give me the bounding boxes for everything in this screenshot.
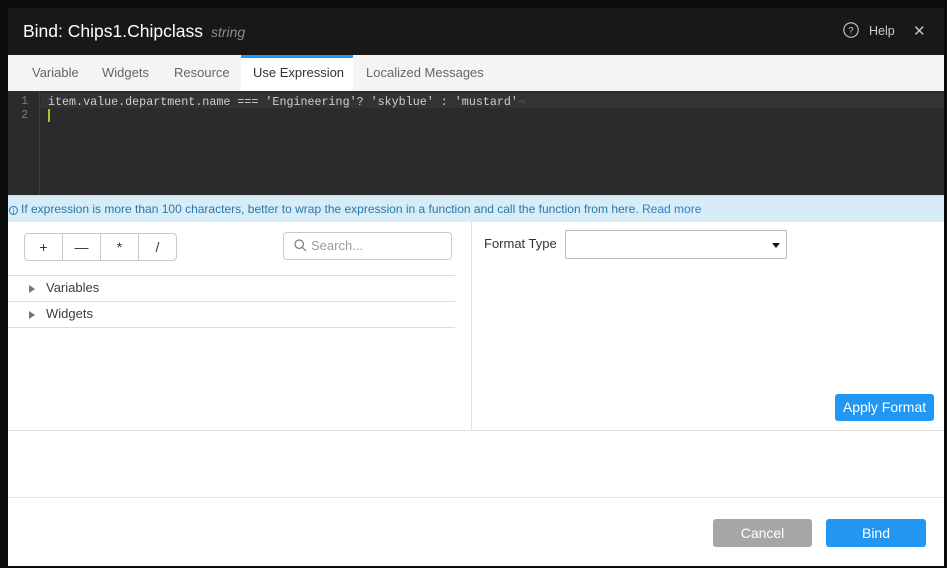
svg-text:?: ?	[848, 25, 853, 36]
